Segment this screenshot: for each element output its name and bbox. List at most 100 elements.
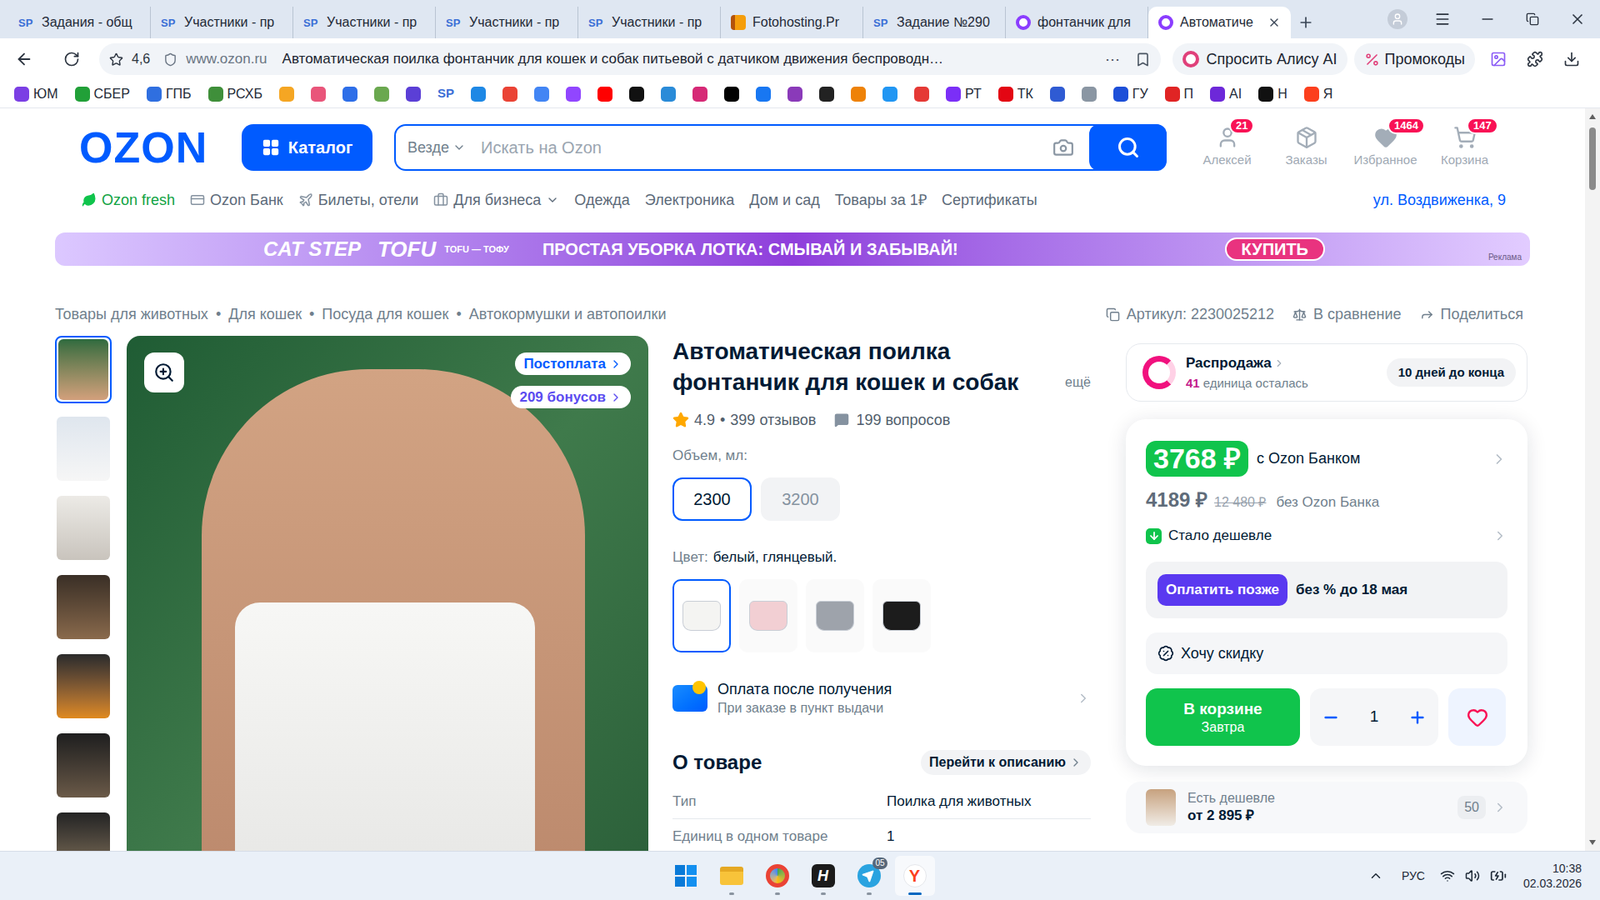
minus-icon[interactable]: [1321, 708, 1340, 727]
menu-button[interactable]: [1420, 0, 1465, 39]
ad-banner[interactable]: CAT STEPTOFUTOFU — ТОФУПРОСТАЯ УБОРКА ЛО…: [55, 232, 1530, 266]
compare-button[interactable]: В сравнение: [1292, 303, 1402, 326]
breadcrumb[interactable]: Посуда для кошек: [321, 303, 449, 326]
alice-button[interactable]: Спросить Алису AI: [1172, 43, 1347, 75]
nav-link[interactable]: Сертификаты: [941, 189, 1038, 212]
input-language[interactable]: РУС: [1401, 867, 1425, 885]
bookmark[interactable]: [914, 86, 930, 102]
bookmark[interactable]: РСХБ: [208, 84, 263, 105]
bookmark[interactable]: [882, 86, 898, 102]
address-field[interactable]: 4,6www.ozon.ruАвтоматическая поилка фонт…: [99, 43, 1161, 75]
bookmark[interactable]: ГПБ: [146, 84, 192, 105]
bookmark[interactable]: AI: [1210, 84, 1242, 105]
profile-button[interactable]: [1375, 0, 1420, 39]
promo-button[interactable]: Промокоды: [1354, 43, 1475, 75]
thumbnail[interactable]: [55, 810, 112, 851]
breadcrumb[interactable]: Товары для животных: [55, 303, 209, 326]
header-action[interactable]: 1464Избранное: [1345, 125, 1425, 170]
volume-option[interactable]: 3200: [760, 477, 840, 521]
color-option[interactable]: [872, 579, 931, 653]
delivery-address[interactable]: ул. Воздвиженка, 9: [1373, 189, 1506, 212]
bookmark[interactable]: [629, 86, 645, 102]
nav-link[interactable]: Билеты, отели: [298, 189, 420, 212]
downloads-button[interactable]: [1553, 43, 1590, 75]
taskbar-app[interactable]: 05: [849, 855, 890, 896]
browser-tab[interactable]: SPЗадания - общ: [8, 6, 151, 39]
browser-tab[interactable]: SPУчастники - пр: [578, 6, 721, 39]
taskbar-app[interactable]: [665, 855, 706, 896]
camera-icon[interactable]: [1052, 136, 1075, 159]
close-button[interactable]: [1555, 0, 1600, 39]
header-action[interactable]: Заказы: [1266, 125, 1346, 170]
photo-badge[interactable]: Постоплата: [515, 352, 631, 375]
browser-tab[interactable]: фонтанчик для: [1005, 6, 1149, 39]
zoom-button[interactable]: [144, 352, 185, 393]
browser-tab[interactable]: SPЗадание №290: [863, 6, 1006, 39]
bookmark[interactable]: [279, 86, 295, 102]
bookmark[interactable]: [310, 86, 326, 102]
close-tab-icon[interactable]: [1267, 15, 1281, 30]
bookmark[interactable]: [502, 86, 518, 102]
sale-card[interactable]: Распродажа41единица осталась10 дней до к…: [1125, 343, 1528, 402]
wifi-icon[interactable]: [1440, 868, 1455, 884]
nav-link[interactable]: Ozon fresh: [81, 189, 175, 212]
bookmark[interactable]: [342, 86, 358, 102]
cheaper-offers[interactable]: Есть дешевлеот 2 895 ₽50: [1125, 781, 1528, 834]
breadcrumb[interactable]: Автокормушки и автопоилки: [469, 303, 667, 326]
bookmark[interactable]: [597, 86, 613, 102]
bookmark[interactable]: ГУ: [1113, 84, 1149, 105]
bookmark[interactable]: ЮМ: [14, 84, 59, 105]
bookmark[interactable]: [1081, 86, 1097, 102]
nav-link[interactable]: Одежда: [574, 189, 630, 212]
thumbnail[interactable]: [55, 494, 112, 562]
browser-tab[interactable]: Fotohosting.Pr: [720, 6, 864, 39]
bookmark[interactable]: [405, 86, 421, 102]
minimize-button[interactable]: [1465, 0, 1510, 39]
browser-tab[interactable]: SPУчастники - пр: [293, 6, 436, 39]
extensions-button[interactable]: [1516, 43, 1554, 75]
reload-button[interactable]: [57, 45, 86, 74]
chevron-right-icon[interactable]: [1490, 450, 1508, 468]
favorite-button[interactable]: [1448, 688, 1506, 746]
thumbnail[interactable]: [55, 415, 112, 483]
more-button[interactable]: ⋯: [1105, 48, 1120, 71]
header-action[interactable]: 147Корзина: [1425, 125, 1505, 170]
bookmark[interactable]: П: [1165, 84, 1195, 105]
price-drop[interactable]: Стало дешевле: [1145, 525, 1508, 547]
bookmark[interactable]: [724, 86, 740, 102]
catalog-button[interactable]: Каталог: [241, 124, 373, 171]
bookmark[interactable]: [787, 86, 803, 102]
plus-icon[interactable]: [1408, 708, 1427, 727]
nav-link[interactable]: Для бизнеса: [433, 189, 560, 212]
nav-link[interactable]: Электроника: [645, 189, 735, 212]
taskbar-app[interactable]: Y: [895, 855, 935, 896]
color-option[interactable]: [672, 579, 731, 653]
color-option[interactable]: [739, 579, 798, 653]
taskbar-app[interactable]: H: [803, 855, 844, 896]
bookmark[interactable]: [374, 86, 390, 102]
header-action[interactable]: 21Алексей: [1187, 125, 1267, 170]
nav-link[interactable]: Дом и сад: [749, 189, 820, 212]
browser-tab[interactable]: Автоматиче: [1148, 6, 1291, 39]
bookmark[interactable]: [692, 86, 708, 102]
new-tab-button[interactable]: [1290, 6, 1321, 39]
bookmark[interactable]: [755, 86, 771, 102]
to-description-button[interactable]: Перейти к описанию: [920, 750, 1091, 775]
scrollbar[interactable]: [1585, 108, 1600, 851]
bookmark[interactable]: [819, 86, 835, 102]
reviews-link[interactable]: 4.9•399 отзывов: [672, 409, 816, 432]
questions-link[interactable]: 199 вопросов: [834, 409, 950, 432]
bookmark-icon[interactable]: [1135, 51, 1151, 68]
bookmark[interactable]: [1050, 86, 1065, 102]
ozon-logo[interactable]: OZON: [79, 125, 217, 170]
search-input[interactable]: Искать на Ozon: [480, 135, 1053, 160]
thumbnail[interactable]: [55, 335, 112, 404]
nav-link[interactable]: Ozon Банк: [190, 189, 284, 212]
taskbar-app[interactable]: [711, 855, 752, 896]
tray-expand-icon[interactable]: [1368, 868, 1384, 884]
battery-icon[interactable]: [1490, 867, 1507, 885]
bookmark[interactable]: Я: [1304, 84, 1334, 105]
pay-later-button[interactable]: Оплатить позже: [1157, 574, 1288, 606]
thumbnail[interactable]: [55, 652, 112, 720]
bookmark[interactable]: [470, 86, 486, 102]
